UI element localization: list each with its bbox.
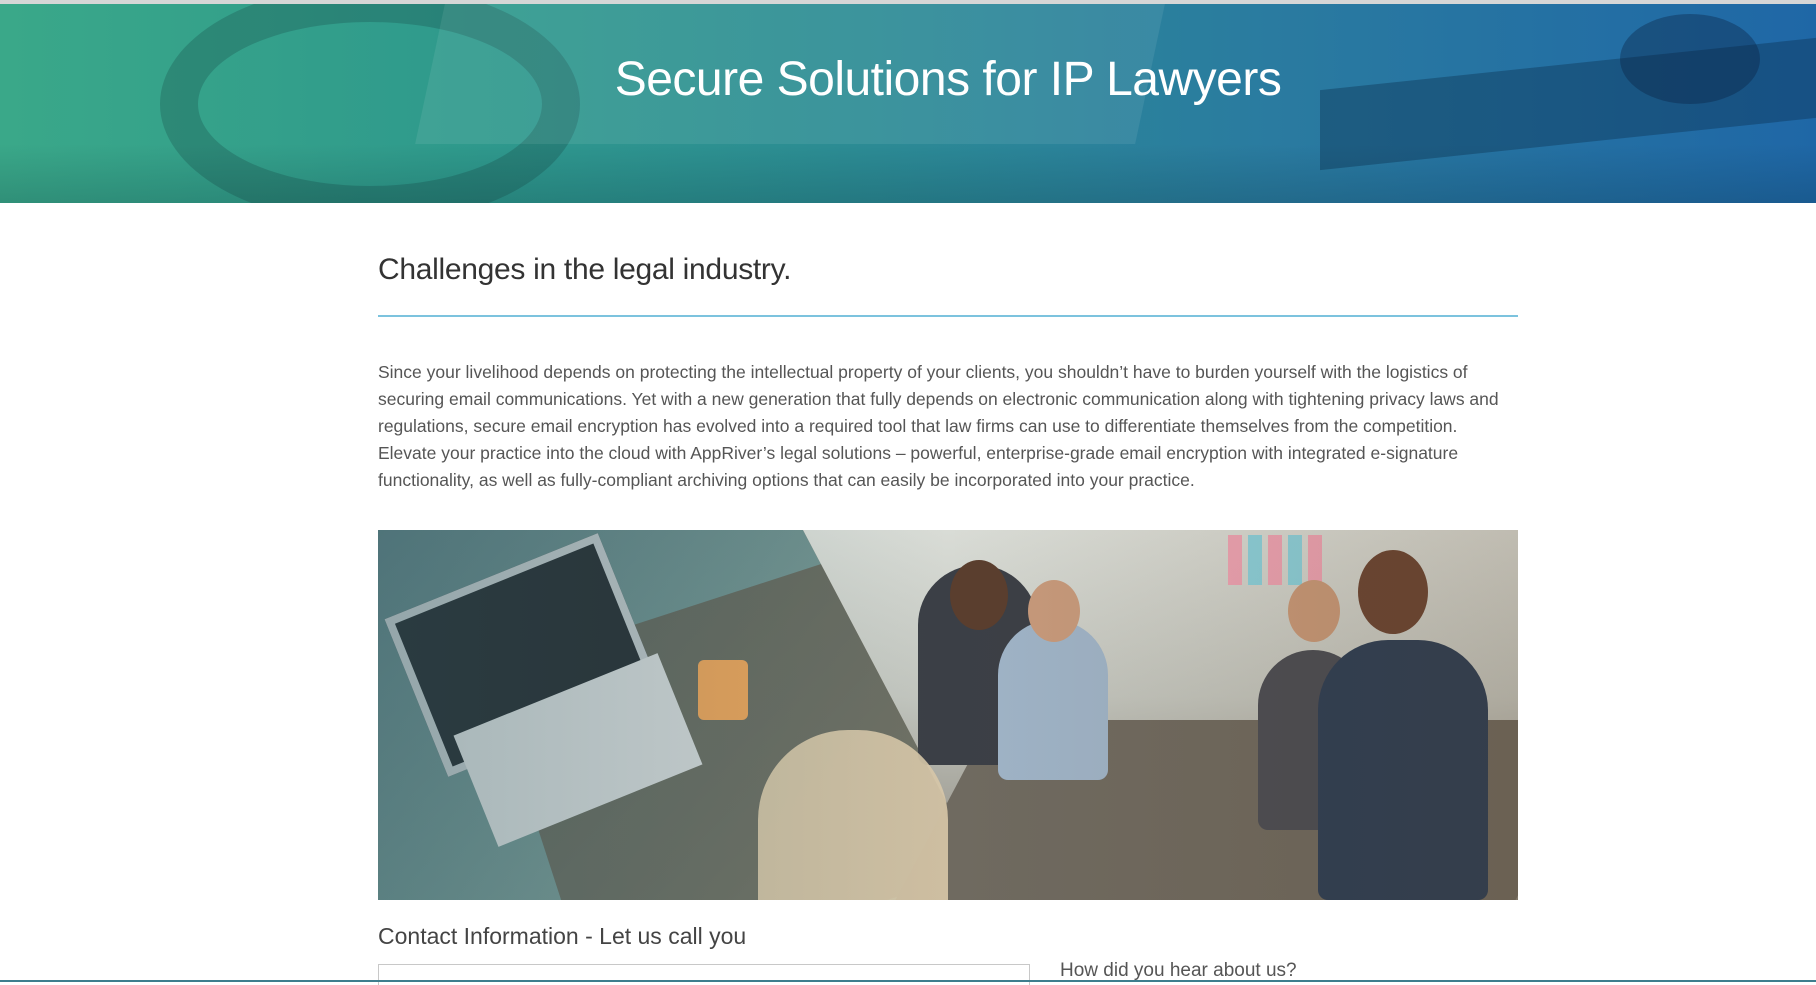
challenges-heading: Challenges in the legal industry. (378, 253, 792, 286)
hero-banner: Secure Solutions for IP Lawyers (0, 4, 1816, 203)
challenges-body: Since your livelihood depends on protect… (378, 362, 1499, 490)
photo-tint (378, 530, 1518, 900)
legal-team-photo (378, 530, 1518, 900)
contact-heading: Contact Information - Let us call you (378, 923, 747, 949)
section-divider (378, 315, 1518, 317)
hero-bg-shadow (0, 144, 1816, 203)
referral-source-label: How did you hear about us? (1060, 960, 1297, 981)
hero-title: Secure Solutions for IP Lawyers (614, 53, 1282, 106)
bottom-border (0, 980, 1816, 982)
